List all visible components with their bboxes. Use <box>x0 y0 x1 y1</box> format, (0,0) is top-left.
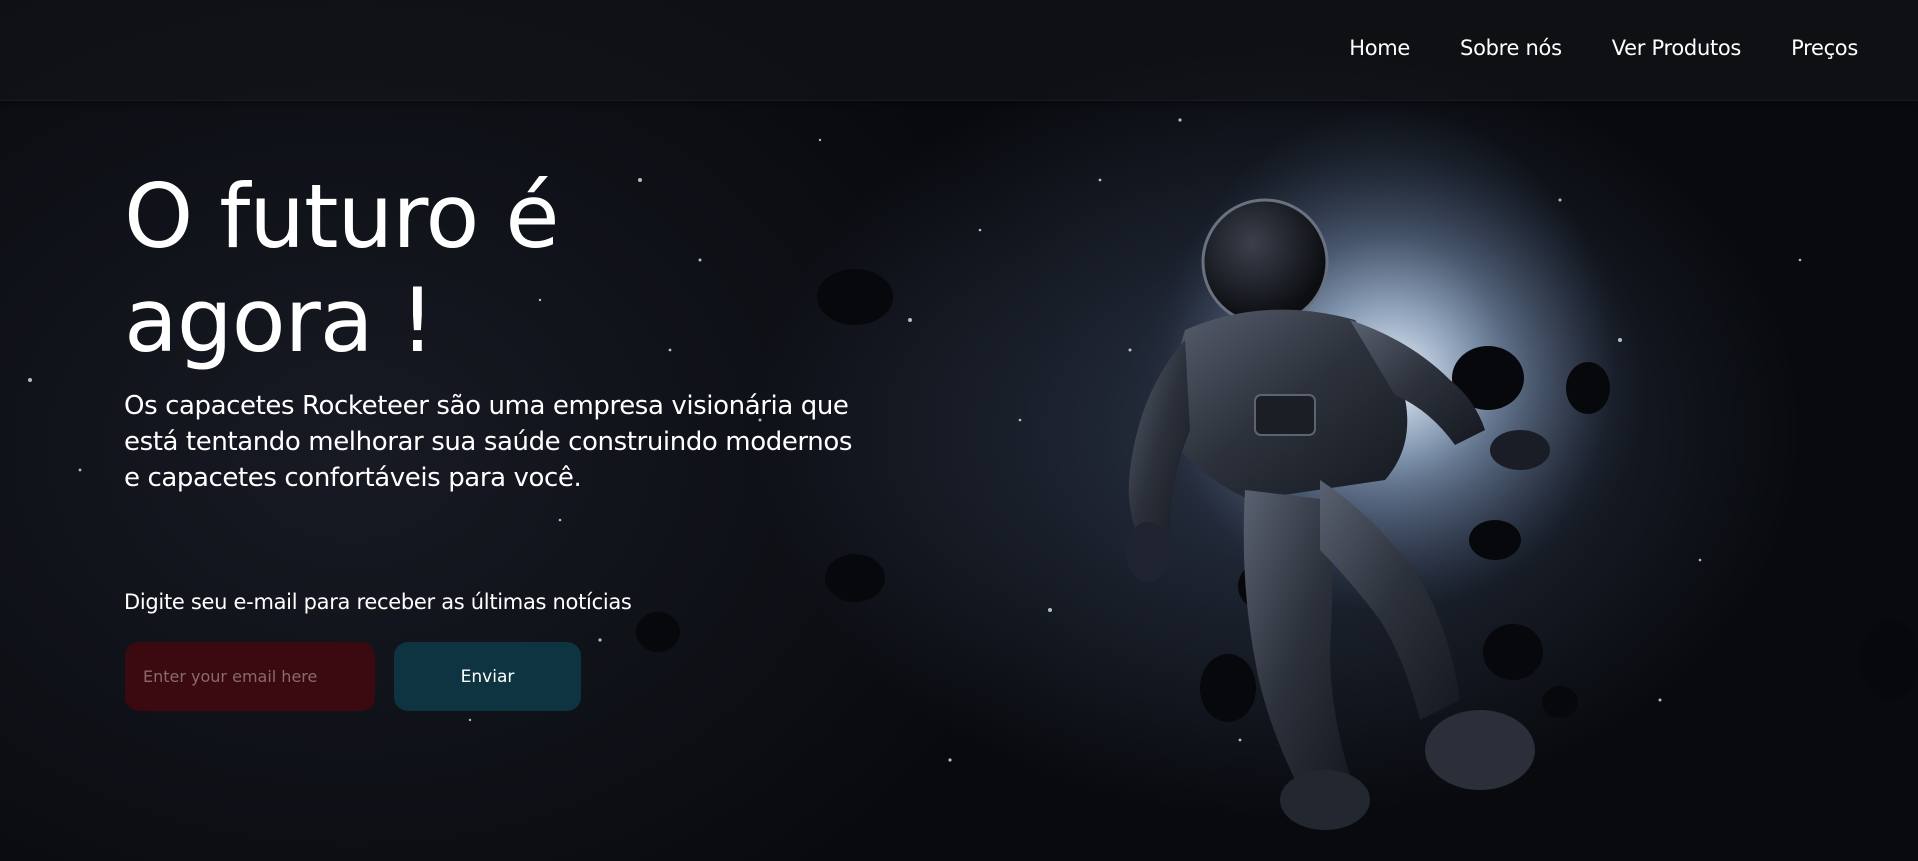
nav-item-precos[interactable]: Preços <box>1791 36 1858 60</box>
hero-description: Os capacetes Rocketeer são uma empresa v… <box>124 391 853 493</box>
nav-item-home[interactable]: Home <box>1349 36 1410 60</box>
nav-item-ver-produtos[interactable]: Ver Produtos <box>1612 36 1742 60</box>
newsletter-label: Digite seu e-mail para receber as última… <box>124 590 632 614</box>
hero-title: O futuro é agora ! <box>124 165 559 372</box>
email-input[interactable] <box>125 642 375 711</box>
landing-page: Home Sobre nós Ver Produtos Preços O fut… <box>0 0 1918 861</box>
top-navigation-bar: Home Sobre nós Ver Produtos Preços <box>0 0 1918 101</box>
nav-item-sobre-nos[interactable]: Sobre nós <box>1460 36 1562 60</box>
send-button[interactable]: Enviar <box>394 642 581 711</box>
main-nav: Home Sobre nós Ver Produtos Preços <box>1349 36 1858 60</box>
